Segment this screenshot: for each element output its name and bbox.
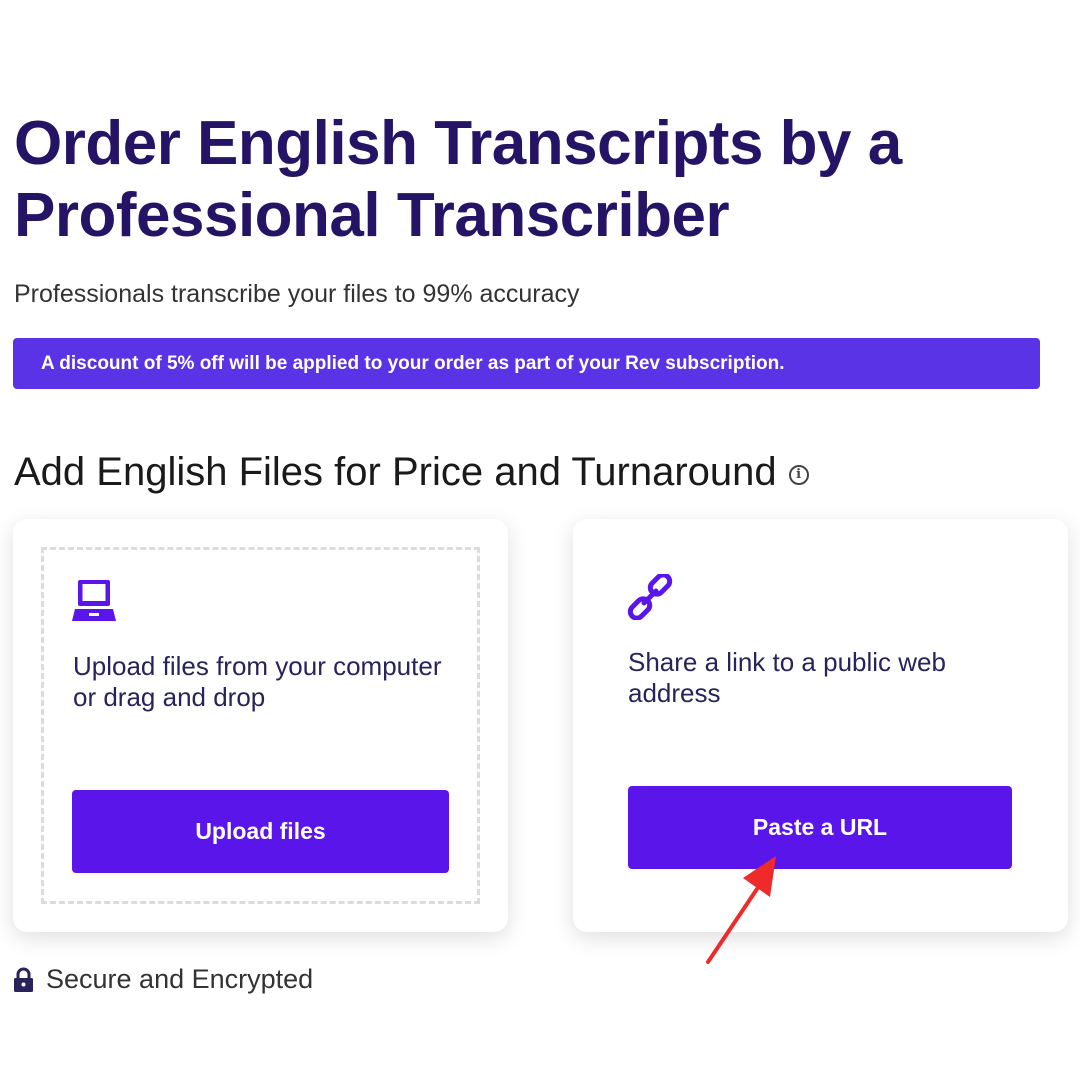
url-card-description: Share a link to a public web address bbox=[628, 647, 946, 708]
page-subtitle: Professionals transcribe your files to 9… bbox=[14, 280, 580, 308]
upload-files-button[interactable]: Upload files bbox=[72, 790, 449, 873]
page-title: Order English Transcripts by a Professio… bbox=[14, 108, 1014, 252]
laptop-icon bbox=[72, 580, 116, 621]
link-icon bbox=[627, 574, 673, 620]
upload-card-description: Upload files from your computer or drag … bbox=[73, 651, 442, 712]
upload-card: Upload files from your computer or drag … bbox=[13, 519, 508, 932]
order-page: Order English Transcripts by a Professio… bbox=[0, 0, 1080, 1080]
url-card: Share a link to a public web address Pas… bbox=[573, 519, 1068, 932]
discount-banner: A discount of 5% off will be applied to … bbox=[13, 338, 1040, 389]
section-heading: Add English Files for Price and Turnarou… bbox=[14, 450, 809, 495]
paste-url-button[interactable]: Paste a URL bbox=[628, 786, 1012, 869]
secure-notice: Secure and Encrypted bbox=[13, 964, 313, 995]
secure-text: Secure and Encrypted bbox=[46, 964, 314, 994]
section-heading-text: Add English Files for Price and Turnarou… bbox=[14, 450, 777, 494]
page-title-line-2: Professional Transcriber bbox=[14, 181, 730, 250]
info-icon[interactable]: i bbox=[788, 464, 809, 485]
page-title-line-1: Order English Transcripts by a bbox=[14, 109, 902, 178]
discount-banner-text: A discount of 5% off will be applied to … bbox=[41, 352, 785, 374]
lock-icon bbox=[14, 967, 33, 992]
